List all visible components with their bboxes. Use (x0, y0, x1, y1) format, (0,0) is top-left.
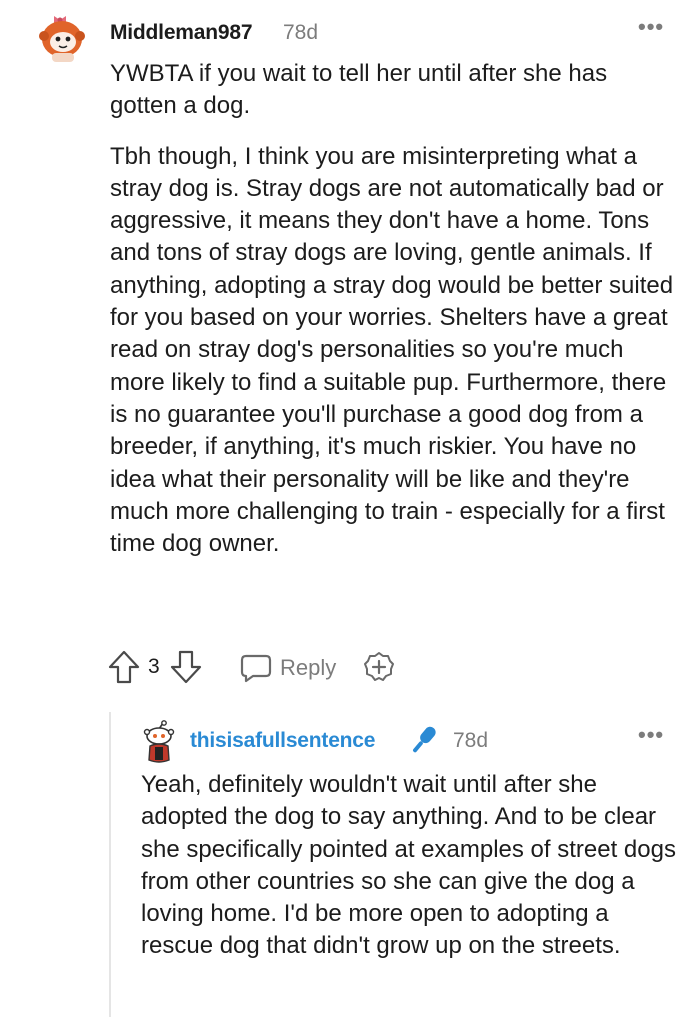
downvote-button[interactable] (170, 650, 202, 684)
award-plus-icon (364, 652, 394, 681)
user-avatar-icon (39, 16, 85, 62)
comment-body: Yeah, definitely wouldn't wait until aft… (141, 769, 681, 963)
avatar[interactable] (142, 720, 176, 764)
reply-label: Reply (280, 655, 337, 680)
comment-body: YWBTA if you wait to tell her until afte… (110, 58, 680, 578)
upvote-button[interactable] (108, 650, 140, 684)
comment-paragraph: Yeah, definitely wouldn't wait until aft… (141, 771, 676, 960)
upvote-arrow-icon (108, 650, 140, 684)
microphone-icon (404, 722, 442, 758)
reply-comment: thisisafullsentence 78d ••• Yeah, defini… (0, 700, 700, 1017)
snoo-avatar-icon (143, 720, 175, 763)
avatar[interactable] (34, 8, 90, 64)
reply-button[interactable]: Reply (240, 650, 350, 684)
comment-paragraph: Tbh though, I think you are misinterpret… (110, 142, 674, 558)
downvote-arrow-icon (170, 650, 202, 684)
comment-age: 78d (283, 21, 319, 44)
comment-actions: 3 Reply (108, 648, 428, 688)
username[interactable]: Middleman987 (110, 21, 253, 45)
more-options-button[interactable]: ••• (638, 722, 664, 748)
comment-age: 78d (453, 729, 489, 752)
comment: Middleman987 78d ••• YWBTA if you wait t… (0, 0, 700, 700)
vote-count: 3 (148, 655, 160, 678)
speech-bubble-icon (240, 654, 272, 683)
comment-paragraph: YWBTA if you wait to tell her until afte… (110, 60, 608, 120)
more-options-button[interactable]: ••• (638, 14, 664, 40)
award-button[interactable] (362, 650, 396, 684)
op-username[interactable]: thisisafullsentence (190, 729, 375, 753)
